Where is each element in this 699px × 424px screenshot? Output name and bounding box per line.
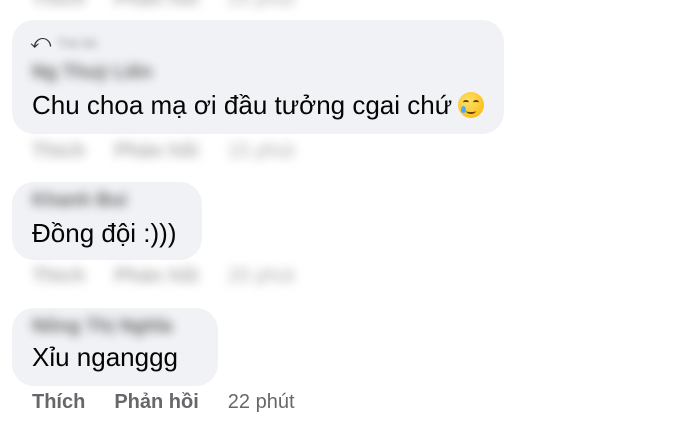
reply-arrow-icon: ⤺	[30, 31, 52, 53]
comment-text: Chu choa mạ ơi đầu tưởng cgai chứ	[32, 90, 485, 121]
reply-button[interactable]: Phản hồi	[114, 140, 198, 163]
comment-actions: Thích Phản hồi 20 phút	[32, 265, 295, 288]
comment-actions-top: Thích Phản hồi 25 phút	[32, 0, 295, 11]
comment-bubble: ⤺ Trả lời Ng Thuỳ Liên Chu choa mạ ơi đầ…	[12, 20, 504, 134]
reply-context[interactable]: ⤺ Trả lời	[30, 31, 97, 54]
comment-bubble: Nông Thị Nghĩa Xỉu nganggg	[12, 308, 218, 386]
comment-time: 25 phút	[228, 0, 295, 11]
comment-author[interactable]: Nông Thị Nghĩa	[32, 316, 172, 338]
like-button[interactable]: Thích	[32, 391, 85, 414]
comment-actions: Thích Phản hồi 22 phút	[32, 391, 295, 414]
like-button[interactable]: Thích	[32, 140, 85, 163]
reply-button[interactable]: Phản hồi	[114, 265, 198, 288]
comment-bubble: Khanh Bui Đồng đội :)))	[12, 182, 202, 260]
comment-time: 15 phút	[227, 140, 295, 162]
comment-author[interactable]: Ng Thuỳ Liên	[32, 62, 152, 84]
comment-actions: Thích Phản hồi 15 phút	[32, 140, 295, 163]
like-button[interactable]: Thích	[32, 265, 85, 288]
comment-author[interactable]: Khanh Bui	[32, 190, 127, 212]
reply-context-text: Trả lời	[57, 34, 98, 51]
reply-button[interactable]: Phản hồi	[114, 0, 198, 11]
comment-time: 22 phút	[227, 391, 295, 413]
comment-text: Đồng đội :)))	[32, 218, 177, 248]
like-button[interactable]: Thích	[32, 0, 85, 11]
reply-button[interactable]: Phản hồi	[114, 391, 198, 414]
face-holding-back-tears-icon	[458, 92, 485, 118]
comment-time: 20 phút	[227, 265, 295, 287]
comment-text: Xỉu nganggg	[32, 342, 179, 372]
